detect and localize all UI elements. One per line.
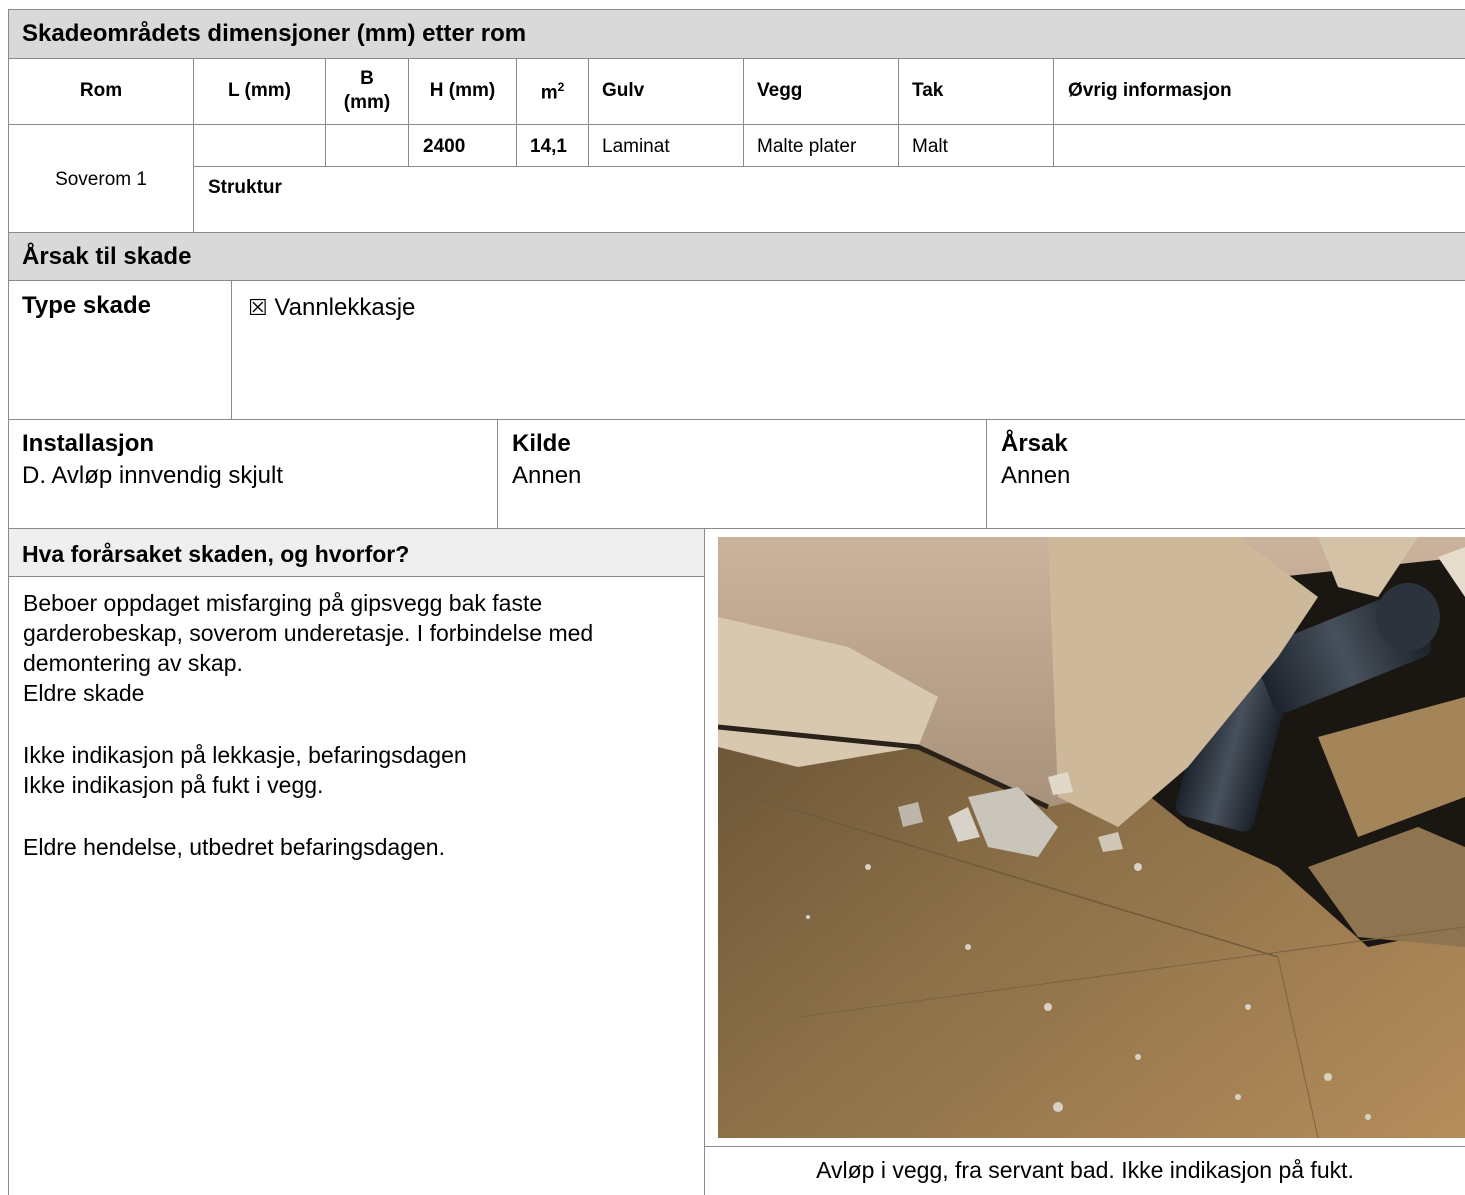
rule	[704, 1146, 1465, 1147]
cell-vegg: Malte plater	[757, 136, 857, 157]
checked-checkbox-icon: ☒	[248, 296, 268, 321]
rule	[898, 58, 899, 166]
dimensions-title: Skadeområdets dimensjoner (mm) etter rom	[22, 20, 527, 47]
header-area-superscript: 2	[557, 80, 565, 94]
header-height: H (mm)	[429, 80, 496, 101]
type-skade-text: Vannlekkasje	[274, 294, 416, 321]
kilde-value: Annen	[512, 462, 582, 489]
header-vegg: Vegg	[757, 80, 803, 101]
struktur-label: Struktur	[208, 177, 282, 198]
header-breadth-bottom: (mm)	[343, 92, 391, 113]
header-rom: Rom	[79, 80, 123, 101]
rule	[408, 58, 409, 166]
description-line: demontering av skap.	[23, 650, 243, 676]
rule	[8, 528, 1465, 529]
description-line: garderobeskap, soverom underetasje. I fo…	[23, 620, 594, 646]
header-breadth-top: B	[360, 68, 374, 89]
rule	[8, 280, 1465, 281]
header-tak: Tak	[912, 80, 944, 101]
cell-area: 14,1	[530, 136, 567, 157]
rule	[497, 419, 498, 528]
description-line: Eldre hendelse, utbedret befaringsdagen.	[23, 834, 445, 860]
rule	[8, 232, 1465, 233]
cell-height: 2400	[423, 136, 466, 157]
arsak-value: Annen	[1001, 462, 1071, 489]
header-area: m2	[517, 80, 588, 104]
description-line: Beboer oppdaget misfarging på gipsvegg b…	[23, 590, 543, 616]
cell-tak: Malt	[912, 136, 948, 157]
cause-title-band	[9, 233, 1465, 280]
header-length: L (mm)	[228, 80, 291, 101]
table-top-border	[8, 9, 1465, 10]
description-line: Ikke indikasjon på lekkasje, befaringsda…	[23, 742, 467, 768]
arsak-label: Årsak	[1001, 430, 1068, 457]
rule	[8, 58, 1465, 59]
type-skade-label: Type skade	[22, 292, 151, 319]
description-line: Eldre skade	[23, 680, 145, 706]
damage-photo	[718, 537, 1465, 1138]
type-skade-value: ☒ Vannlekkasje	[248, 294, 415, 322]
rule	[704, 528, 705, 1195]
installasjon-value: D. Avløp innvendig skjult	[22, 462, 284, 489]
cause-title: Årsak til skade	[22, 243, 192, 270]
rule	[193, 166, 1465, 167]
rule	[8, 576, 704, 577]
rule	[743, 58, 744, 166]
description-title: Hva forårsaket skaden, og hvorfor?	[22, 541, 410, 567]
rule	[516, 58, 517, 166]
rule	[8, 419, 1465, 420]
kilde-label: Kilde	[512, 430, 571, 457]
installasjon-label: Installasjon	[22, 430, 155, 457]
rule	[1053, 58, 1054, 166]
rule	[8, 124, 1465, 125]
photo-caption: Avløp i vegg, fra servant bad. Ikke indi…	[816, 1157, 1354, 1183]
cell-gulv: Laminat	[602, 136, 670, 157]
header-gulv: Gulv	[602, 80, 645, 101]
room-name: Soverom 1	[55, 169, 147, 190]
rule	[588, 58, 589, 166]
header-area-base: m	[540, 82, 558, 104]
header-ovrig-informasjon: Øvrig informasjon	[1068, 80, 1232, 101]
rule	[986, 419, 987, 528]
rule	[231, 280, 232, 419]
description-line: Ikke indikasjon på fukt i vegg.	[23, 772, 324, 798]
